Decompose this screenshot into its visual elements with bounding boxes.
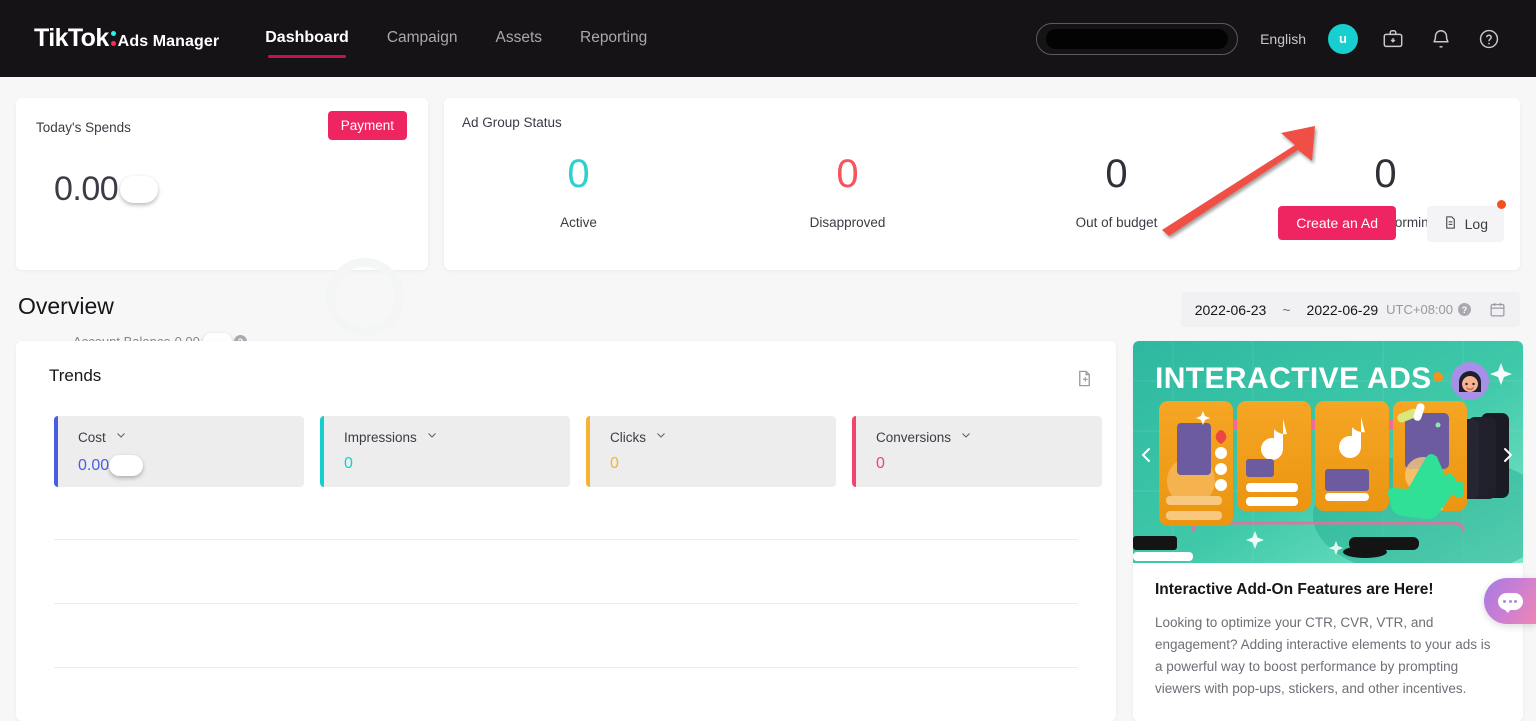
metric-cost-value: 0.00: [78, 457, 109, 475]
page-title: Overview: [18, 293, 114, 320]
ad-group-status-title: Ad Group Status: [462, 115, 562, 130]
metric-cost-redaction-pill: [109, 455, 143, 476]
svg-text:INTERACTIVE ADS: INTERACTIVE ADS: [1155, 362, 1432, 395]
nav-item-assets[interactable]: Assets: [495, 29, 542, 49]
metric-impressions-value: 0: [344, 455, 570, 473]
logo-ads-manager-text: Ads Manager: [118, 33, 220, 51]
promo-heading: Interactive Add-On Features are Here!: [1155, 581, 1501, 599]
metric-clicks-label: Clicks: [610, 430, 646, 445]
chart-gridline: [54, 603, 1078, 604]
status-item-disapproved[interactable]: 0 Disapproved: [713, 148, 982, 230]
metric-clicks-value: 0: [610, 455, 836, 473]
brand-logo[interactable]: TikTok Ads Manager: [34, 24, 219, 53]
chat-bubble-icon: [1498, 593, 1523, 610]
status-value-out-of-budget: 0: [982, 148, 1251, 200]
date-range-timezone: UTC+08:00: [1386, 302, 1453, 317]
status-value-disapproved: 0: [713, 148, 982, 200]
log-notification-dot: [1497, 200, 1506, 209]
trends-title: Trends: [49, 366, 101, 386]
avatar[interactable]: u: [1328, 24, 1358, 54]
chat-support-button[interactable]: [1484, 578, 1536, 624]
metric-tab-conversions[interactable]: Conversions 0: [852, 416, 1102, 487]
date-range-start: 2022-06-23: [1195, 302, 1267, 318]
status-item-active[interactable]: 0 Active: [444, 148, 713, 230]
metric-tab-clicks[interactable]: Clicks 0: [586, 416, 836, 487]
search-redacted-value: [1046, 29, 1228, 49]
calendar-icon[interactable]: [1489, 301, 1506, 318]
metric-cost-label: Cost: [78, 430, 106, 445]
metric-tab-impressions[interactable]: Impressions 0: [320, 416, 570, 487]
logo-tiktok-text: TikTok: [34, 24, 109, 53]
log-document-icon: [1443, 215, 1458, 233]
timezone-help-icon[interactable]: ?: [1458, 303, 1471, 316]
main-nav: Dashboard Campaign Assets Reporting: [265, 0, 685, 77]
chart-gridline: [54, 539, 1078, 540]
log-button[interactable]: Log: [1427, 206, 1504, 242]
todays-spends-amount: 0.00: [54, 170, 158, 209]
metric-clicks-head: Clicks: [610, 428, 836, 446]
chevron-down-icon[interactable]: [655, 428, 667, 446]
metric-conversions-value: 0: [876, 455, 1102, 473]
date-range-end: 2022-06-29: [1307, 302, 1379, 318]
logo-colon-icon: [111, 29, 117, 48]
payment-button[interactable]: Payment: [328, 111, 407, 140]
dashboard-page: TikTok Ads Manager Dashboard Campaign As…: [0, 0, 1536, 721]
language-selector[interactable]: English: [1260, 31, 1306, 47]
metric-cost-value-row: 0.00: [78, 455, 304, 476]
help-circle-icon[interactable]: [1476, 26, 1502, 52]
spends-redaction-pill: [120, 176, 158, 203]
nav-item-campaign[interactable]: Campaign: [387, 29, 458, 49]
status-value-active: 0: [444, 148, 713, 200]
metric-impressions-label: Impressions: [344, 430, 417, 445]
todays-spends-card: Today's Spends Payment 0.00 Account Bala…: [16, 98, 428, 270]
promo-banner-image: INTERACTIVE ADS: [1133, 341, 1523, 563]
nav-item-reporting[interactable]: Reporting: [580, 29, 647, 49]
todays-spends-value-text: 0.00: [54, 170, 118, 209]
status-label-active: Active: [444, 215, 713, 230]
chevron-down-icon[interactable]: [426, 428, 438, 446]
chevron-down-icon[interactable]: [960, 428, 972, 446]
metric-tab-cost[interactable]: Cost 0.00: [54, 416, 304, 487]
promo-card[interactable]: INTERACTIVE ADS: [1133, 341, 1523, 721]
nav-item-dashboard[interactable]: Dashboard: [265, 29, 349, 49]
trends-chart-area: [54, 523, 1078, 721]
spend-donut-chart: [326, 258, 404, 336]
metric-conversions-head: Conversions: [876, 428, 1102, 446]
export-report-icon[interactable]: [1075, 369, 1094, 393]
briefcase-icon[interactable]: [1380, 26, 1406, 52]
status-label-out-of-budget: Out of budget: [982, 215, 1251, 230]
bell-icon[interactable]: [1428, 26, 1454, 52]
trend-metric-tabs: Cost 0.00 Impressions 0: [54, 416, 1102, 487]
date-range-separator: ~: [1282, 302, 1290, 318]
promo-description: Looking to optimize your CTR, CVR, VTR, …: [1155, 612, 1501, 700]
date-range-picker[interactable]: 2022-06-23 ~ 2022-06-29 UTC+08:00 ?: [1181, 292, 1520, 327]
chevron-down-icon[interactable]: [115, 428, 127, 446]
top-header: TikTok Ads Manager Dashboard Campaign As…: [0, 0, 1536, 77]
log-button-label: Log: [1465, 216, 1488, 232]
create-an-ad-button[interactable]: Create an Ad: [1278, 206, 1396, 240]
trends-card: Trends Cost 0.00 I: [16, 341, 1116, 721]
status-label-disapproved: Disapproved: [713, 215, 982, 230]
status-item-out-of-budget[interactable]: 0 Out of budget: [982, 148, 1251, 230]
ad-group-status-card: Ad Group Status 0 Active 0 Disapproved 0…: [444, 98, 1520, 270]
metric-cost-head: Cost: [78, 428, 304, 446]
metric-impressions-head: Impressions: [344, 428, 570, 446]
chart-gridline: [54, 667, 1078, 668]
promo-text-body: Interactive Add-On Features are Here! Lo…: [1133, 563, 1523, 700]
status-value-underperforming: 0: [1251, 148, 1520, 200]
todays-spends-title: Today's Spends: [36, 120, 131, 135]
metric-conversions-label: Conversions: [876, 430, 951, 445]
search-input[interactable]: [1036, 23, 1238, 55]
header-actions: English u: [1036, 23, 1502, 55]
